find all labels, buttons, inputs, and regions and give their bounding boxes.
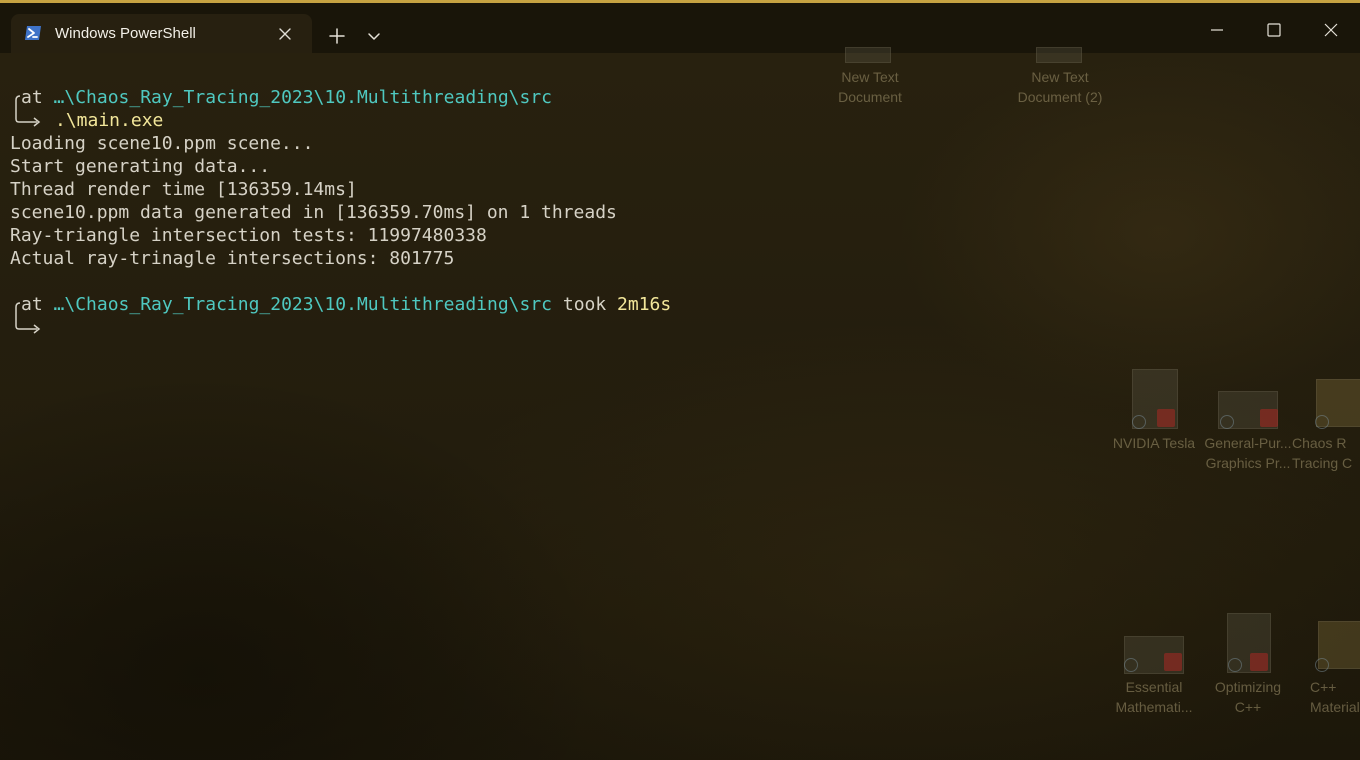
- desktop-file-icon: [1036, 47, 1082, 63]
- tab-dropdown-button[interactable]: [358, 20, 390, 52]
- elapsed-time: 2m16s: [617, 294, 672, 315]
- took-label: took: [552, 294, 618, 315]
- close-icon: [1324, 23, 1338, 37]
- terminal-window: Windows PowerShell New Text Document New…: [0, 0, 1360, 760]
- prompt-path: …\Chaos_Ray_Tracing_2023\10.Multithreadi…: [53, 87, 553, 108]
- desktop-icon-label: New Text Document (2): [1017, 69, 1103, 105]
- prompt-prefix: at: [21, 87, 54, 108]
- plus-icon: [329, 28, 345, 44]
- prompt-prefix: at: [21, 294, 54, 315]
- desktop-file-icon: [845, 47, 891, 63]
- output-line: Start generating data...: [10, 156, 271, 177]
- pdf-icon: [1250, 653, 1268, 671]
- pdf-icon: [1157, 409, 1175, 427]
- output-line: Actual ray-trinagle intersections: 80177…: [10, 248, 455, 269]
- desktop-icon-label: Optimizing C++: [1214, 679, 1282, 715]
- prompt-line-1: at …\Chaos_Ray_Tracing_2023\10.Multithre…: [21, 86, 552, 109]
- pdf-icon: [1164, 653, 1182, 671]
- pdf-icon: [1260, 409, 1278, 427]
- powershell-icon: [25, 26, 41, 40]
- title-bar[interactable]: Windows PowerShell: [0, 3, 1360, 56]
- output-line: scene10.ppm data generated in [136359.70…: [10, 202, 617, 223]
- output-line: Ray-triangle intersection tests: 1199748…: [10, 225, 487, 246]
- sync-check-icon: [1124, 658, 1138, 672]
- output-line: Thread render time [136359.14ms]: [10, 179, 357, 200]
- tab-title: Windows PowerShell: [55, 25, 196, 42]
- desktop-icon-label: New Text Document: [838, 69, 902, 105]
- desktop-icon-label: Essential Mathemati...: [1115, 679, 1193, 715]
- close-button[interactable]: [1302, 6, 1360, 54]
- desktop-icon-label: Chaos R Tracing C: [1292, 435, 1353, 471]
- sync-check-icon: [1228, 658, 1242, 672]
- maximize-button[interactable]: [1245, 6, 1303, 54]
- sync-check-icon: [1132, 415, 1146, 429]
- tab-powershell[interactable]: Windows PowerShell: [11, 14, 312, 56]
- desktop-icon-label: General-Pur... Graphics Pr...: [1204, 435, 1292, 471]
- chevron-down-icon: [368, 33, 380, 40]
- prompt-line-2: at …\Chaos_Ray_Tracing_2023\10.Multithre…: [21, 293, 671, 316]
- minimize-button[interactable]: [1188, 6, 1246, 54]
- desktop-icon-label: NVIDIA Tesla: [1112, 435, 1196, 451]
- sync-check-icon: [1315, 658, 1329, 672]
- sync-check-icon: [1315, 415, 1329, 429]
- terminal-pane[interactable]: New Text Document New Text Document (2) …: [0, 47, 1360, 760]
- maximize-icon: [1267, 23, 1281, 37]
- command-line: .\main.exe: [55, 110, 164, 131]
- desktop-icon-label: C++ Material: [1310, 679, 1360, 715]
- new-tab-button[interactable]: [321, 20, 353, 52]
- sync-check-icon: [1220, 415, 1234, 429]
- output-line: Loading scene10.ppm scene...: [10, 133, 314, 154]
- minimize-icon: [1211, 29, 1223, 31]
- tab-close-icon[interactable]: [275, 24, 295, 44]
- prompt-path: …\Chaos_Ray_Tracing_2023\10.Multithreadi…: [53, 294, 553, 315]
